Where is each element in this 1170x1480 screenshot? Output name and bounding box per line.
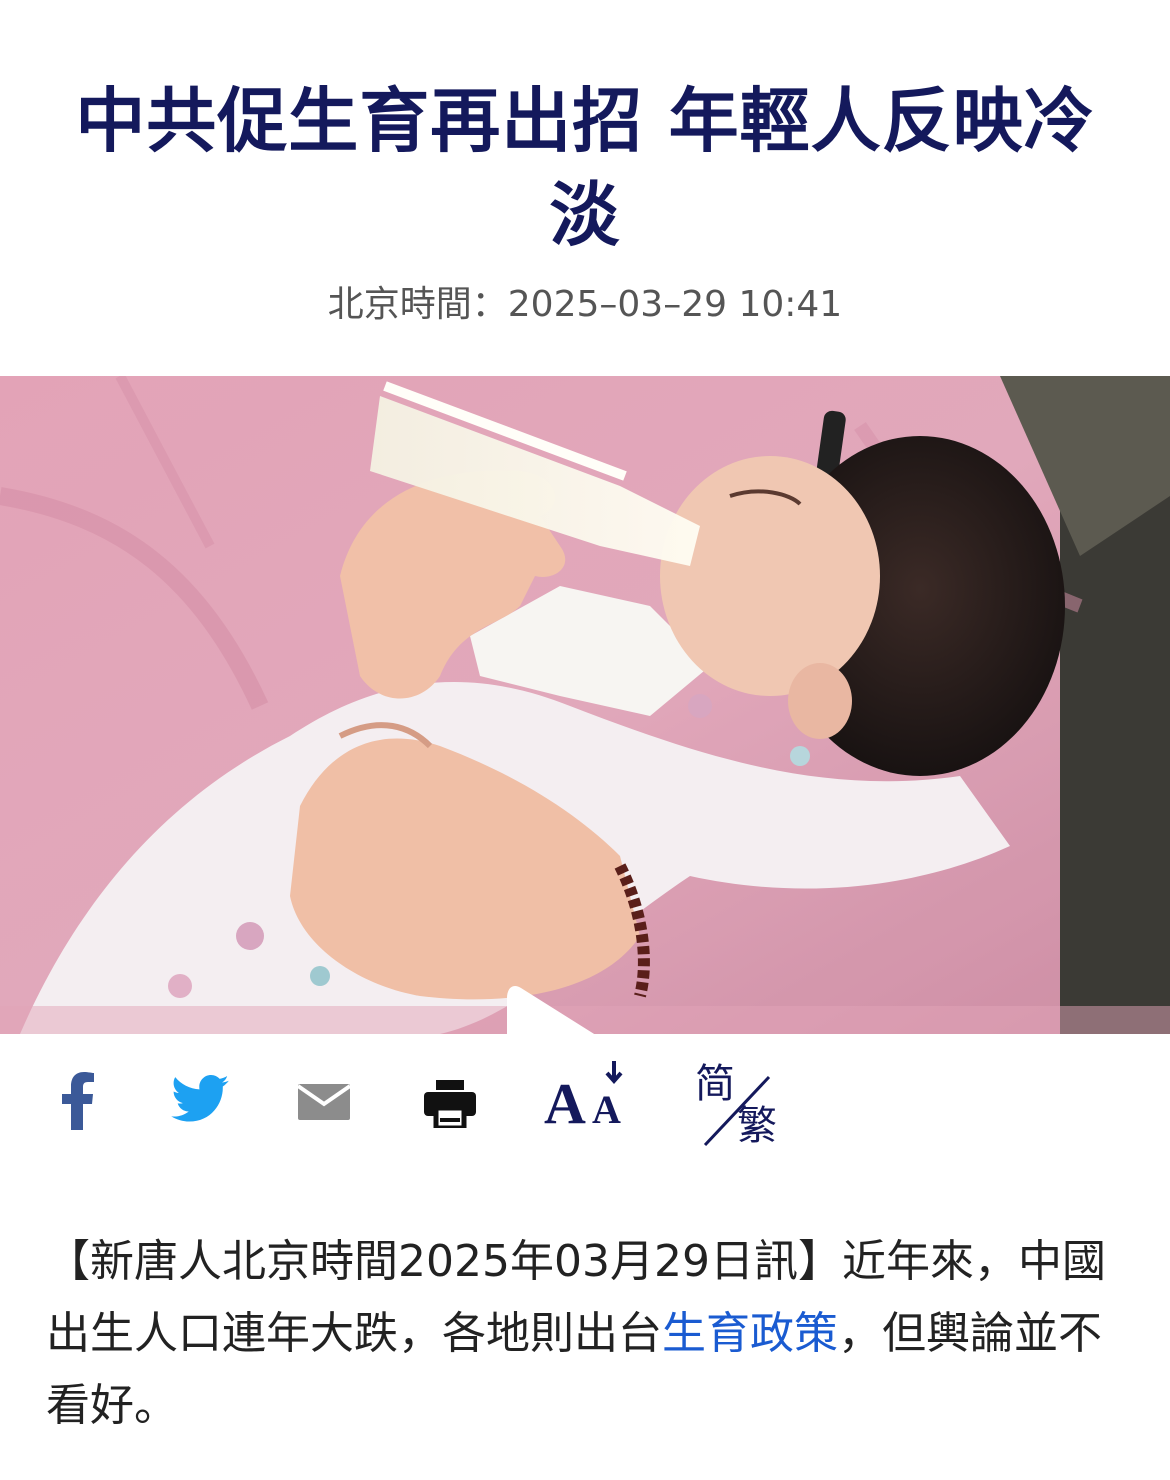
print-icon: [424, 1080, 476, 1128]
article-title: 中共促生育再出招 年輕人反映冷淡: [75, 80, 1095, 256]
facebook-share-button[interactable]: [52, 1070, 104, 1132]
video-player[interactable]: [0, 376, 1170, 1034]
print-button[interactable]: [422, 1078, 478, 1130]
simplified-label: 简: [695, 1061, 735, 1107]
font-size-small-a: A: [592, 1087, 621, 1132]
play-icon[interactable]: [503, 978, 663, 1034]
email-icon: [298, 1084, 350, 1120]
font-size-button[interactable]: A A: [542, 1060, 638, 1134]
article-lead-paragraph: 【新唐人北京時間2025年03月29日訊】近年來，中國出生人口連年大跌，各地則出…: [46, 1226, 1126, 1442]
twitter-share-button[interactable]: [170, 1074, 230, 1124]
traditional-label: 繁: [737, 1103, 777, 1149]
font-size-large-a: A: [544, 1071, 586, 1133]
twitter-icon: [171, 1075, 229, 1122]
article-toolbar: A A 简 繁: [0, 1052, 1170, 1152]
language-switch-icon: 简 繁: [695, 1061, 777, 1149]
article-timestamp: 北京時間：2025–03–29 10:41: [327, 284, 843, 325]
language-switch-button[interactable]: 简 繁: [692, 1056, 788, 1152]
video-thumbnail: [0, 376, 1170, 1034]
facebook-icon: [62, 1072, 94, 1130]
email-share-button[interactable]: [296, 1082, 352, 1122]
font-size-icon: A A: [544, 1061, 623, 1133]
birth-policy-link[interactable]: 生育政策: [662, 1308, 838, 1359]
